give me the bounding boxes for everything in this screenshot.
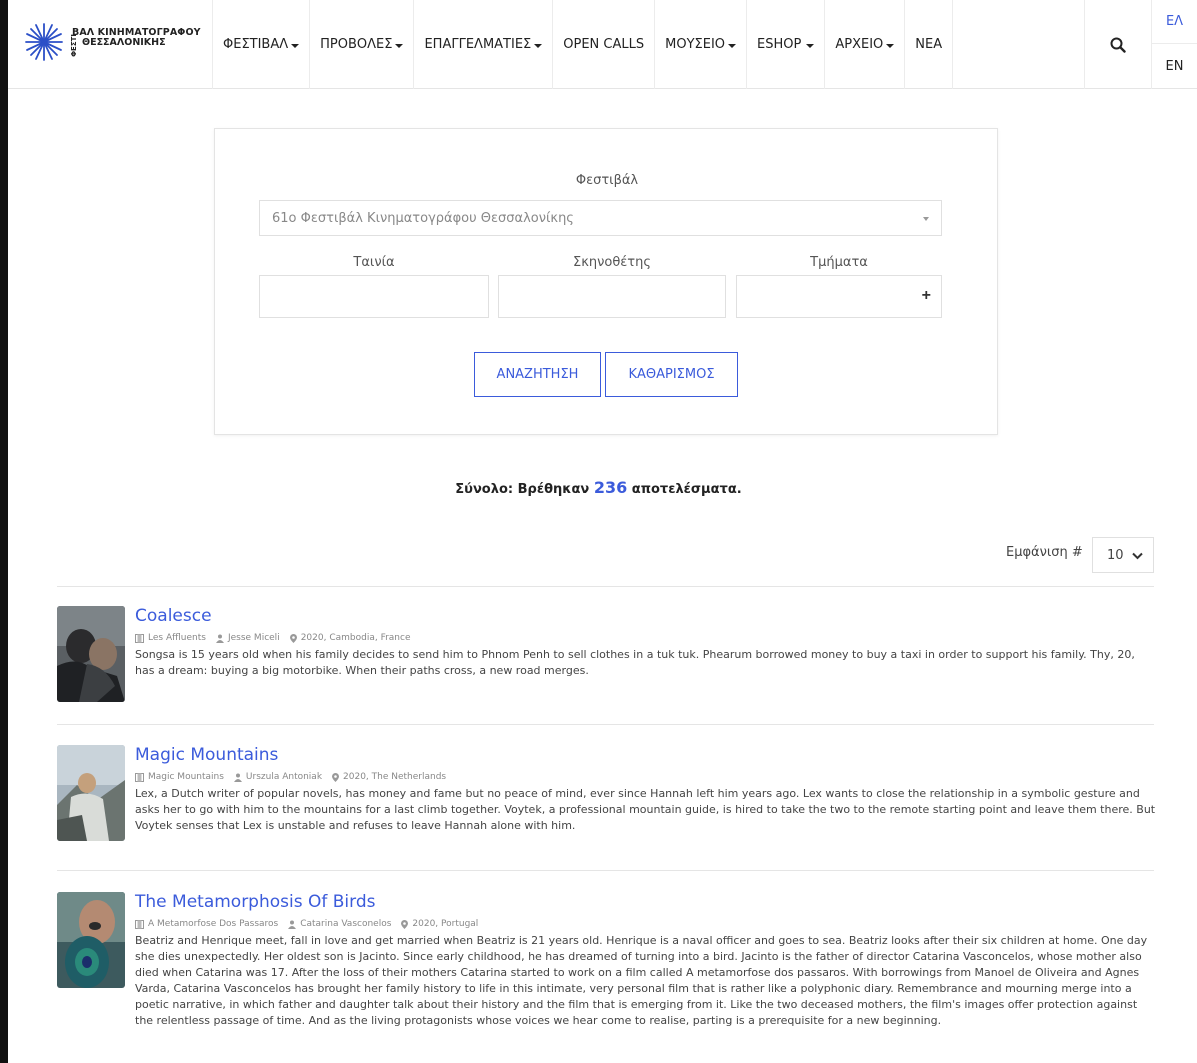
nav-news-label: ΝΕΑ (915, 37, 943, 52)
film-icon (135, 633, 144, 643)
festival-select[interactable]: 61ο Φεστιβάλ Κινηματογράφου Θεσσαλονίκης (259, 200, 942, 236)
per-page-label: Εμφάνιση # (1006, 545, 1083, 560)
map-marker-icon (289, 633, 297, 643)
chevron-down-icon (534, 43, 543, 48)
chevron-down-icon (291, 43, 300, 48)
film-icon (135, 919, 144, 929)
original-title: Les Affluents (148, 633, 206, 643)
nav-museum[interactable]: ΜΟΥΣΕΙΟ (654, 0, 746, 89)
chevron-down-icon (886, 43, 895, 48)
film-list-item: Coalesce Les Affluents Jesse Miceli 2020… (57, 606, 1157, 706)
sections-input[interactable]: + (736, 275, 942, 318)
search-submit-button[interactable]: ΑΝΑΖΗΤΗΣΗ (474, 352, 601, 397)
film-list-item: Magic Mountains Magic Mountains Urszula … (57, 745, 1157, 845)
chevron-down-icon (395, 43, 404, 48)
film-input[interactable] (259, 275, 489, 318)
map-marker-icon (332, 772, 340, 782)
director-name: Catarina Vasconelos (300, 919, 392, 929)
film-meta: A Metamorfose Dos Passaros Catarina Vasc… (135, 919, 488, 929)
film-description: Beatriz and Henrique meet, fall in love … (135, 934, 1148, 1027)
film-thumbnail[interactable] (57, 606, 125, 702)
nav-screenings[interactable]: ΠΡΟΒΟΛΕΣ (309, 0, 413, 89)
festival-select-value: 61ο Φεστιβάλ Κινηματογράφου Θεσσαλονίκης (272, 210, 574, 226)
results-divider (57, 870, 1154, 871)
main-nav: ΦΕΣΤΙΒΑΛ ΠΡΟΒΟΛΕΣ ΕΠΑΓΓΕΛΜΑΤΙΕΣ OPEN CAL… (212, 0, 1044, 89)
sections-label: Τμήματα (810, 255, 868, 270)
user-icon (215, 634, 224, 643)
film-label: Ταινία (353, 255, 395, 270)
nav-festival[interactable]: ΦΕΣΤΙΒΑΛ (212, 0, 309, 89)
year-country: 2020, Cambodia, France (300, 633, 411, 643)
star-logo-icon (25, 23, 63, 61)
film-thumbnail[interactable] (57, 892, 125, 988)
nav-professionals-label: ΕΠΑΓΓΕΛΜΑΤΙΕΣ (424, 37, 532, 52)
film-title-link[interactable]: Magic Mountains (135, 745, 278, 765)
nav-open-calls[interactable]: OPEN CALLS (552, 0, 654, 89)
lang-en-link[interactable]: EN (1152, 44, 1197, 89)
clear-button[interactable]: ΚΑΘΑΡΙΣΜΟΣ (605, 352, 738, 397)
film-icon (135, 772, 144, 782)
map-marker-icon (401, 919, 409, 929)
nav-eshop[interactable]: ESHOP (746, 0, 824, 89)
search-filter-card: Φεστιβάλ 61ο Φεστιβάλ Κινηματογράφου Θεσ… (214, 128, 998, 435)
results-total: Σύνολο: Βρέθηκαν 236 αποτελέσματα. (0, 478, 1197, 497)
director-name: Urszula Antoniak (245, 772, 323, 782)
total-prefix: Σύνολο: Βρέθηκαν (455, 482, 590, 497)
film-thumbnail[interactable] (57, 745, 125, 841)
nav-festival-label: ΦΕΣΤΙΒΑΛ (223, 37, 289, 52)
per-page-value: 10 (1107, 547, 1124, 563)
chevron-down-icon (1132, 552, 1143, 560)
results-divider (57, 724, 1154, 725)
user-icon (288, 920, 297, 929)
nav-museum-label: ΜΟΥΣΕΙΟ (665, 37, 726, 52)
nav-eshop-label: ESHOP (757, 37, 802, 52)
nav-screenings-label: ΠΡΟΒΟΛΕΣ (320, 37, 393, 52)
nav-news[interactable]: ΝΕΑ (904, 0, 952, 89)
nav-open-calls-label: OPEN CALLS (563, 37, 645, 52)
nav-archive[interactable]: ΑΡΧΕΙΟ (824, 0, 904, 89)
film-description: Songsa is 15 years old when his family d… (135, 648, 1135, 677)
year-country: 2020, The Netherlands (343, 772, 447, 782)
festival-logo[interactable]: ΒΑΛ ΚΙΝΗΜΑΤΟΓΡΑΦΟΥ ΘΕΣΣΑΛΟΝΙΚΗΣ ΦΕΣΤΙ (24, 18, 214, 64)
language-switcher: ΕΛ EN (1152, 0, 1197, 89)
user-icon (233, 773, 242, 782)
director-input[interactable] (498, 275, 726, 318)
search-button[interactable] (1084, 0, 1152, 89)
plus-icon[interactable]: + (922, 287, 931, 305)
film-description: Lex, a Dutch writer of popular novels, h… (135, 787, 1156, 832)
film-meta: Les Affluents Jesse Miceli 2020, Cambodi… (135, 633, 421, 643)
year-country: 2020, Portugal (412, 919, 479, 929)
chevron-down-icon (923, 217, 929, 221)
film-list-item: The Metamorphosis Of Birds A Metamorfose… (57, 892, 1157, 1063)
film-title-link[interactable]: The Metamorphosis Of Birds (135, 892, 375, 912)
site-header: ΒΑΛ ΚΙΝΗΜΑΤΟΓΡΑΦΟΥ ΘΕΣΣΑΛΟΝΙΚΗΣ ΦΕΣΤΙ ΦΕ… (8, 0, 1197, 89)
nav-archive-label: ΑΡΧΕΙΟ (835, 37, 884, 52)
nav-spacer (952, 0, 1044, 89)
original-title: A Metamorfose Dos Passaros (148, 919, 279, 929)
festival-label: Φεστιβάλ (575, 173, 639, 188)
total-suffix: αποτελέσματα. (631, 482, 742, 497)
film-title-link[interactable]: Coalesce (135, 606, 212, 626)
total-count: 236 (593, 478, 628, 497)
search-icon (1110, 37, 1126, 53)
original-title: Magic Mountains (148, 772, 224, 782)
nav-professionals[interactable]: ΕΠΑΓΓΕΛΜΑΤΙΕΣ (413, 0, 552, 89)
director-label: Σκηνοθέτης (572, 255, 651, 270)
film-meta: Magic Mountains Urszula Antoniak 2020, T… (135, 772, 456, 782)
per-page-select[interactable]: 10 (1092, 537, 1154, 573)
left-edge-strip (0, 0, 8, 1063)
results-divider (57, 586, 1154, 587)
logo-text-line2: ΘΕΣΣΑΛΟΝΙΚΗΣ (82, 37, 166, 48)
director-name: Jesse Miceli (227, 633, 280, 643)
chevron-down-icon (728, 43, 737, 48)
lang-el-link[interactable]: ΕΛ (1152, 0, 1197, 44)
chevron-down-icon (806, 43, 815, 48)
logo-text-vertical: ΦΕΣΤΙ (70, 34, 78, 57)
